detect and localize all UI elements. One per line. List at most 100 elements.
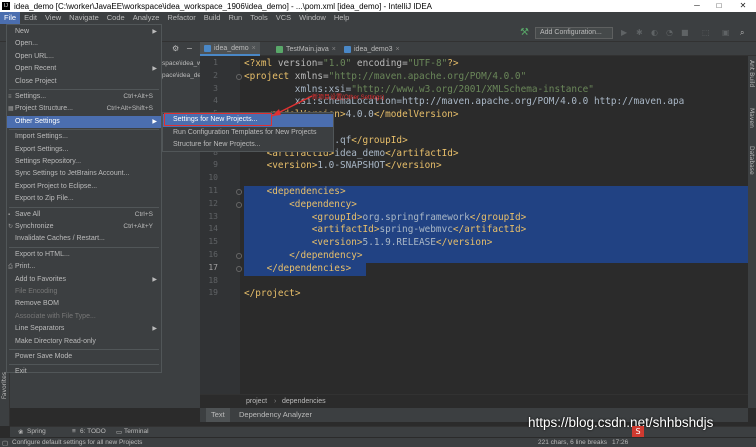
code-line: <version>1.0-SNAPSHOT</version> <box>266 160 442 172</box>
menu-separator <box>9 349 159 350</box>
fold-marker-icon[interactable] <box>236 189 242 195</box>
menu-item-settings-repository[interactable]: Settings Repository... <box>7 156 161 168</box>
menu-item-print[interactable]: ⎙ Print... <box>7 261 161 273</box>
status-bar: ▢ Configure default settings for all new… <box>0 437 756 447</box>
menu-build[interactable]: Build <box>200 12 225 24</box>
submenu-item-run-configuration-templates-for-new-projects[interactable]: Run Configuration Templates for New Proj… <box>163 127 333 140</box>
breadcrumb-item[interactable]: dependencies <box>282 398 326 405</box>
tab-idea-demo[interactable]: idea_demo × <box>200 42 260 56</box>
menu-edit[interactable]: Edit <box>20 12 41 24</box>
menu-help[interactable]: Help <box>330 12 353 24</box>
database-tool-label[interactable]: Database <box>748 146 755 175</box>
menu-item-label: Import Settings... <box>15 133 68 141</box>
fold-marker-icon[interactable] <box>236 265 242 272</box>
menu-item-close-project[interactable]: Close Project <box>7 76 161 88</box>
menu-item-make-directory-read-only[interactable]: Make Directory Read-only <box>7 336 161 348</box>
line-number: 12 <box>208 198 218 208</box>
menu-vcs[interactable]: VCS <box>272 12 295 24</box>
tab-dependency-analyzer[interactable]: Dependency Analyzer <box>234 408 317 422</box>
fold-marker-icon[interactable] <box>236 201 242 208</box>
menu-tools[interactable]: Tools <box>246 12 272 24</box>
menu-item-line-separators[interactable]: Line Separators ▶ <box>7 323 161 335</box>
menu-item-open-url[interactable]: Open URL... <box>7 51 161 63</box>
build-hammer-icon[interactable]: ⚒ <box>520 27 529 38</box>
menu-item-export-to-html[interactable]: Export to HTML... <box>7 249 161 261</box>
sogou-ime-icon[interactable]: S <box>632 426 644 437</box>
menu-item-save-all[interactable]: ▪ Save All Ctrl+S <box>7 209 161 221</box>
stop-icon[interactable]: ■ <box>681 28 689 37</box>
tab-text[interactable]: Text <box>206 408 230 422</box>
todo-icon[interactable]: ≡ <box>72 428 76 435</box>
menu-item-add-to-favorites[interactable]: Add to Favorites ▶ <box>7 274 161 286</box>
menu-item-import-settings[interactable]: Import Settings... <box>7 131 161 143</box>
menu-item-invalidate-caches-restart[interactable]: Invalidate Caches / Restart... <box>7 233 161 245</box>
search-icon[interactable]: ⌕ <box>740 28 744 38</box>
java-class-icon <box>276 45 283 53</box>
ant-build-tool-label[interactable]: Ant Build <box>748 60 755 87</box>
tab-testmain-java[interactable]: TestMain.java × <box>272 42 340 56</box>
tool-tab-todo[interactable]: 6: TODO <box>80 428 106 435</box>
close-tab-icon[interactable]: × <box>252 45 256 52</box>
close-button[interactable]: ✕ <box>732 0 754 12</box>
menu-item-settings[interactable]: ≡ Settings... Ctrl+Alt+S <box>7 91 161 103</box>
tool-tab-spring[interactable]: Spring <box>27 428 46 435</box>
tool-tab-terminal[interactable]: Terminal <box>124 428 149 435</box>
breadcrumb-item[interactable]: project <box>246 398 267 405</box>
menu-item-label: Add to Favorites <box>15 275 66 283</box>
menu-refactor[interactable]: Refactor <box>163 12 199 24</box>
menu-window[interactable]: Window <box>295 12 330 24</box>
menu-item-open-recent[interactable]: Open Recent ▶ <box>7 63 161 75</box>
menu-file[interactable]: File <box>0 12 21 24</box>
menu-item-open[interactable]: Open... <box>7 38 161 50</box>
menu-item-project-structure[interactable]: ▦ Project Structure... Ctrl+Alt+Shift+S <box>7 103 161 115</box>
menu-run[interactable]: Run <box>224 12 246 24</box>
menu-item-power-save-mode[interactable]: Power Save Mode <box>7 351 161 363</box>
module-icon <box>344 45 351 53</box>
menu-item-label: Save All <box>15 210 41 218</box>
profile-icon[interactable]: ◔ <box>666 28 673 37</box>
line-number: 16 <box>208 250 218 259</box>
menu-separator <box>9 364 159 366</box>
maven-tool-label[interactable]: Maven <box>748 108 755 128</box>
menu-view[interactable]: View <box>41 12 65 24</box>
menu-item-new[interactable]: New ▶ <box>7 26 161 38</box>
menu-item-sync-settings-to-jetbrains-account[interactable]: Sync Settings to JetBrains Account... <box>7 168 161 180</box>
watermark-url: https://blog.csdn.net/shhbshdjs <box>528 415 714 430</box>
debug-icon[interactable]: ✱ <box>636 28 643 37</box>
menu-item-exit[interactable]: Exit <box>7 366 161 378</box>
menu-item-remove-bom[interactable]: Remove BOM <box>7 298 161 310</box>
menu-item-other-settings[interactable]: Other Settings ▶ <box>7 115 161 129</box>
coverage-icon[interactable]: ◐ <box>651 28 658 37</box>
spring-tool-icon[interactable]: ❀ <box>18 428 23 436</box>
project-structure-icon[interactable]: ▣ <box>722 28 730 37</box>
tab-idea-demo3[interactable]: idea_demo3 × <box>340 42 404 56</box>
maximize-button[interactable]: □ <box>708 0 730 12</box>
menu-item-export-settings[interactable]: Export Settings... <box>7 144 161 156</box>
menu-bar: File Edit View Navigate Code Analyze Refactor B… <box>0 12 756 24</box>
menu-code[interactable]: Code <box>103 12 129 24</box>
fold-marker-icon[interactable] <box>236 73 242 80</box>
close-tab-icon[interactable]: × <box>396 46 400 53</box>
hide-panel-icon[interactable]: − <box>186 44 193 53</box>
minimize-button[interactable]: ─ <box>686 0 708 12</box>
submenu-item-structure-for-new-projects[interactable]: Structure for New Projects... <box>163 139 333 152</box>
menu-item-synchronize[interactable]: ↻ Synchronize Ctrl+Alt+Y <box>7 221 161 233</box>
fold-marker-icon[interactable] <box>236 253 242 259</box>
menu-item-export-to-zip-file[interactable]: Export to Zip File... <box>7 193 161 205</box>
vcs-icon[interactable]: ⬚ <box>702 28 710 37</box>
status-position[interactable]: 17:26 <box>612 439 628 446</box>
submenu-arrow-icon: ▶ <box>152 118 157 125</box>
line-number: 4 <box>213 96 218 106</box>
menu-analyze[interactable]: Analyze <box>129 12 164 24</box>
gear-icon[interactable]: ⚙ <box>172 44 179 53</box>
menu-item-label: Exit <box>15 368 27 376</box>
menu-item-label: Power Save Mode <box>15 353 73 360</box>
run-icon[interactable]: ▶ <box>621 28 627 37</box>
menu-item-icon: ▦ <box>8 106 14 113</box>
menu-item-export-project-to-eclipse[interactable]: Export Project to Eclipse... <box>7 181 161 193</box>
close-tab-icon[interactable]: × <box>332 46 336 53</box>
terminal-icon[interactable]: ▭ <box>116 428 122 436</box>
line-number: 13 <box>208 211 218 221</box>
menu-navigate[interactable]: Navigate <box>65 12 103 24</box>
add-configuration-button[interactable]: Add Configuration... <box>535 27 613 39</box>
